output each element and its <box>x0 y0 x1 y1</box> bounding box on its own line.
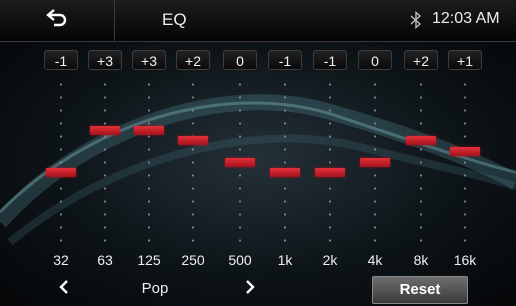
band-value-32: -1 <box>44 50 78 70</box>
band-slider-thumb-4k[interactable] <box>360 157 390 167</box>
band-frequency-label: 500 <box>228 252 252 268</box>
band-value-4k: 0 <box>358 50 392 70</box>
band-slider-track-1k[interactable] <box>284 78 286 248</box>
band-value-250: +2 <box>176 50 210 70</box>
band-slider-thumb-16k[interactable] <box>450 146 480 156</box>
bluetooth-icon <box>410 10 422 34</box>
band-slider-thumb-32[interactable] <box>46 168 76 178</box>
band-slider-track-2k[interactable] <box>329 78 331 248</box>
page-title: EQ <box>162 10 187 29</box>
chevron-left-icon <box>59 279 69 299</box>
back-arrow-icon <box>46 9 68 32</box>
back-button[interactable] <box>0 0 115 41</box>
band-value-500: 0 <box>223 50 257 70</box>
clock: 12:03 AM <box>432 10 500 27</box>
band-slider-thumb-63[interactable] <box>90 125 120 135</box>
band-slider-track-32[interactable] <box>60 78 62 248</box>
band-slider-track-16k[interactable] <box>464 78 466 248</box>
prev-preset-button[interactable] <box>54 278 74 300</box>
chevron-right-icon <box>245 279 255 299</box>
band-frequency-label: 1k <box>277 252 293 268</box>
band-slider-thumb-1k[interactable] <box>270 168 300 178</box>
band-frequency-label: 16k <box>453 252 477 268</box>
band-slider-thumb-2k[interactable] <box>315 168 345 178</box>
band-slider-track-63[interactable] <box>104 78 106 248</box>
next-preset-button[interactable] <box>240 278 260 300</box>
band-slider-track-125[interactable] <box>148 78 150 248</box>
band-value-8k: +2 <box>404 50 438 70</box>
band-slider-thumb-125[interactable] <box>134 125 164 135</box>
reset-button[interactable]: Reset <box>372 276 468 304</box>
band-value-125: +3 <box>132 50 166 70</box>
band-value-2k: -1 <box>313 50 347 70</box>
band-value-16k: +1 <box>448 50 482 70</box>
band-frequency-label: 32 <box>53 252 69 268</box>
band-frequency-label: 125 <box>137 252 161 268</box>
band-slider-track-8k[interactable] <box>420 78 422 248</box>
band-frequency-label: 2k <box>322 252 338 268</box>
band-slider-thumb-8k[interactable] <box>406 136 436 146</box>
band-value-63: +3 <box>88 50 122 70</box>
band-frequency-label: 4k <box>367 252 383 268</box>
band-slider-thumb-250[interactable] <box>178 136 208 146</box>
top-bar: EQ 12:03 AM <box>0 0 516 42</box>
band-frequency-label: 8k <box>413 252 429 268</box>
band-frequency-label: 250 <box>181 252 205 268</box>
band-slider-track-250[interactable] <box>192 78 194 248</box>
band-value-1k: -1 <box>268 50 302 70</box>
band-frequency-label: 63 <box>97 252 113 268</box>
preset-name: Pop <box>141 280 169 297</box>
band-slider-thumb-500[interactable] <box>225 157 255 167</box>
